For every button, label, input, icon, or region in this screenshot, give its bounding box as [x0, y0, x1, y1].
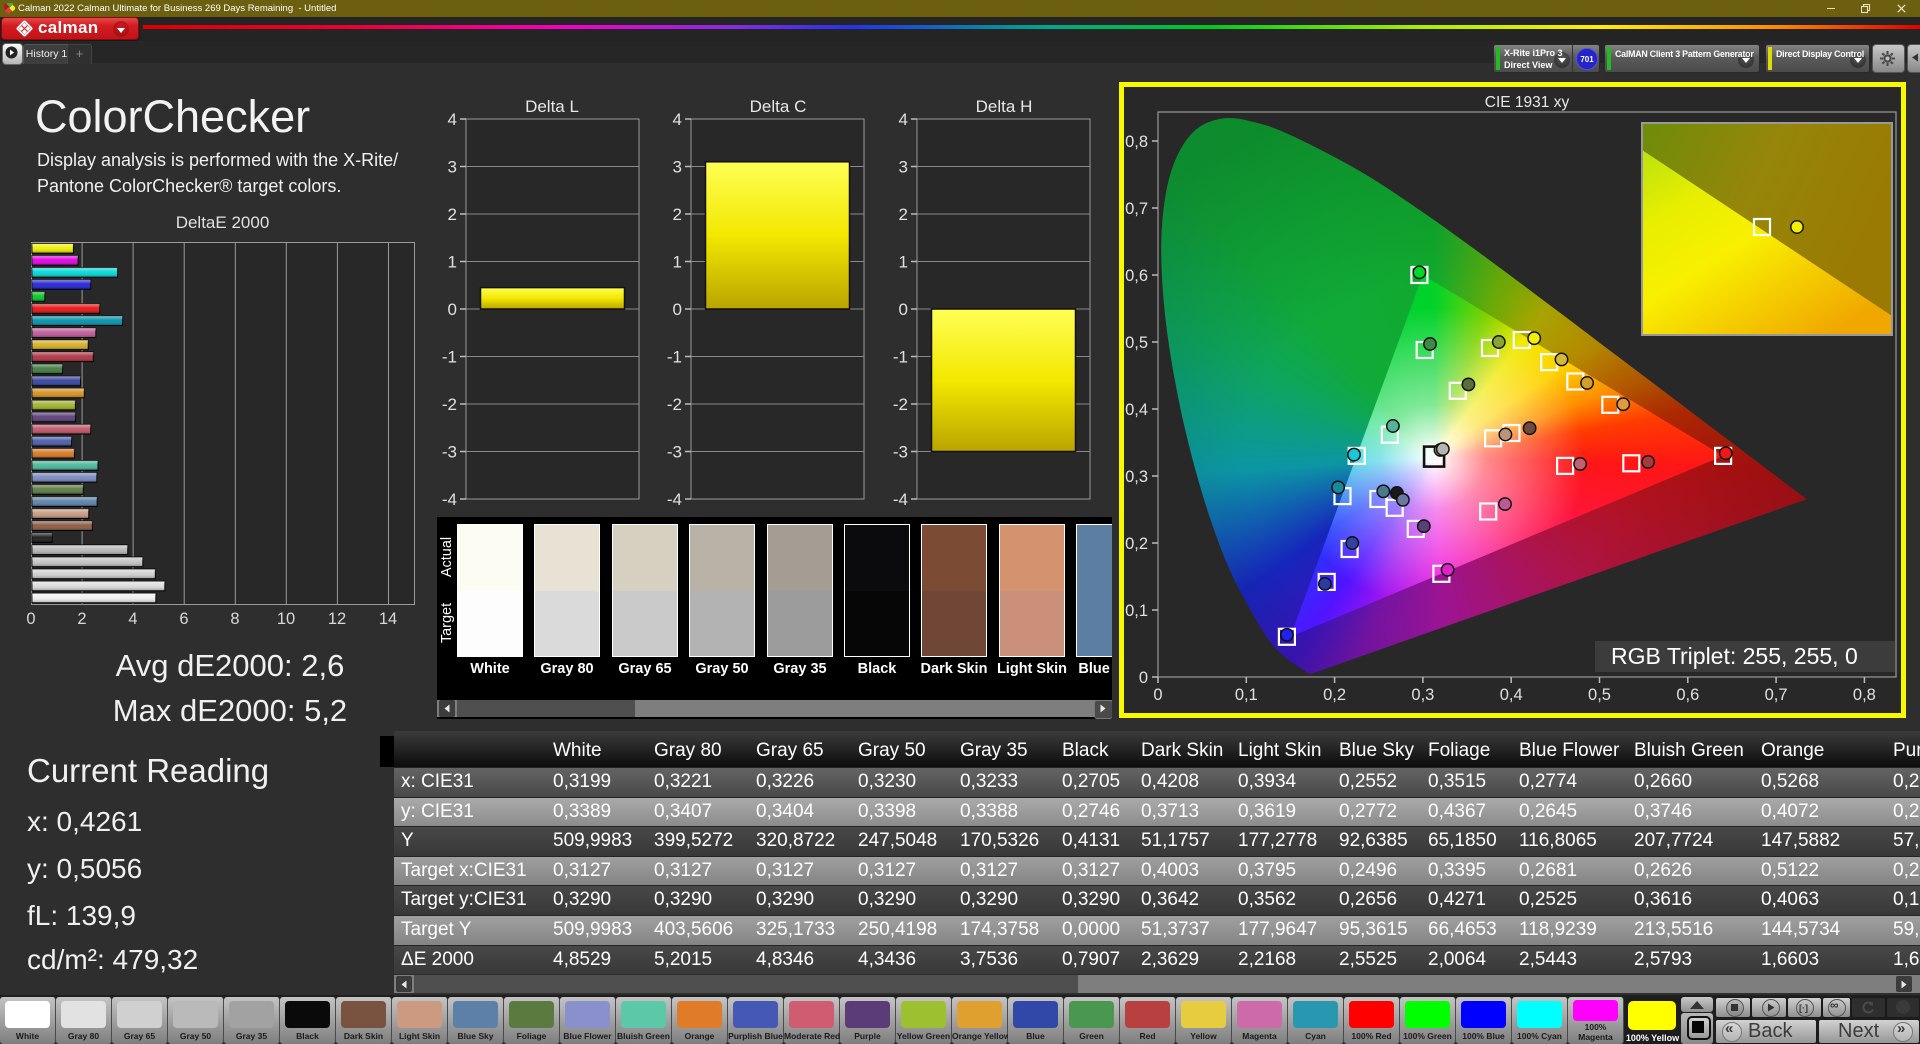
svg-text:-1: -1 [893, 348, 908, 367]
svg-text:0,4: 0,4 [1125, 401, 1148, 419]
svg-text:0,5: 0,5 [1125, 334, 1148, 352]
svg-text:RGB Triplet: 255, 255, 0: RGB Triplet: 255, 255, 0 [1611, 643, 1858, 669]
svg-text:0,1: 0,1 [1125, 602, 1148, 620]
svg-text:-1: -1 [667, 348, 682, 367]
svg-text:0,1: 0,1 [1235, 686, 1258, 704]
svg-text:Delta C: Delta C [750, 97, 807, 116]
svg-text:0,7: 0,7 [1125, 200, 1148, 218]
svg-text:0,8: 0,8 [1853, 686, 1876, 704]
svg-text:-2: -2 [893, 395, 908, 414]
svg-text:0: 0 [448, 300, 457, 319]
svg-text:2: 2 [448, 205, 457, 224]
svg-text:-4: -4 [667, 490, 682, 509]
svg-text:CIE 1931 xy: CIE 1931 xy [1485, 94, 1570, 111]
svg-text:1: 1 [448, 253, 457, 272]
svg-text:-3: -3 [667, 443, 682, 462]
svg-text:-4: -4 [442, 490, 457, 509]
svg-text:1: 1 [899, 253, 908, 272]
svg-text:4: 4 [673, 110, 682, 129]
svg-text:0: 0 [899, 300, 908, 319]
svg-text:4: 4 [899, 110, 908, 129]
svg-text:0,8: 0,8 [1125, 133, 1148, 151]
svg-text:0,3: 0,3 [1125, 468, 1148, 486]
svg-text:0,3: 0,3 [1411, 686, 1434, 704]
svg-text:-2: -2 [667, 395, 682, 414]
svg-text:Delta L: Delta L [525, 97, 579, 116]
svg-text:0,4: 0,4 [1500, 686, 1523, 704]
svg-text:0,6: 0,6 [1125, 267, 1148, 285]
svg-text:0,5: 0,5 [1588, 686, 1611, 704]
svg-text:-1: -1 [442, 348, 457, 367]
svg-text:4: 4 [448, 110, 457, 129]
svg-text:3: 3 [899, 158, 908, 177]
svg-text:0: 0 [1139, 669, 1148, 687]
svg-text:0,7: 0,7 [1765, 686, 1788, 704]
svg-text:2: 2 [673, 205, 682, 224]
svg-text:3: 3 [673, 158, 682, 177]
svg-text:-3: -3 [442, 443, 457, 462]
svg-text:Delta H: Delta H [976, 97, 1033, 116]
svg-text:0,2: 0,2 [1125, 535, 1148, 553]
svg-text:-2: -2 [442, 395, 457, 414]
svg-text:-3: -3 [893, 443, 908, 462]
svg-text:0,6: 0,6 [1676, 686, 1699, 704]
svg-text:0: 0 [673, 300, 682, 319]
svg-text:-4: -4 [893, 490, 908, 509]
svg-text:0: 0 [1153, 686, 1162, 704]
svg-text:2: 2 [899, 205, 908, 224]
svg-text:3: 3 [448, 158, 457, 177]
svg-text:1: 1 [673, 253, 682, 272]
svg-text:0,2: 0,2 [1323, 686, 1346, 704]
